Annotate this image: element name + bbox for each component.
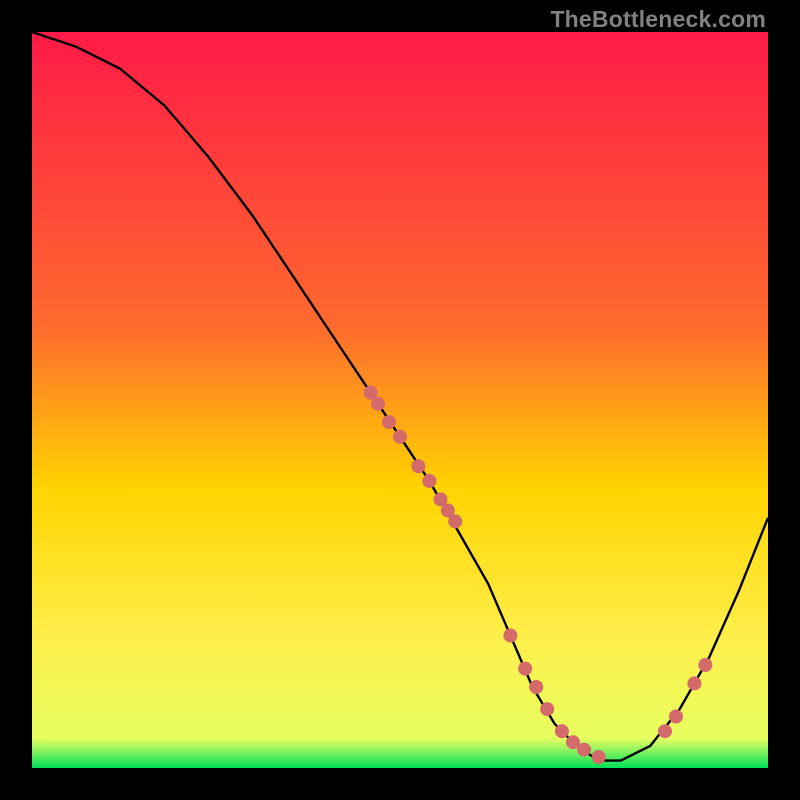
watermark-label: TheBottleneck.com (550, 6, 766, 33)
highlight-dot (393, 430, 407, 444)
highlight-dot (592, 750, 606, 764)
highlight-dot (448, 514, 462, 528)
highlight-dot (503, 629, 517, 643)
highlight-dot (658, 724, 672, 738)
highlight-dot (577, 743, 591, 757)
bottleneck-chart (32, 32, 768, 768)
highlight-dot (411, 459, 425, 473)
highlight-dot (371, 397, 385, 411)
highlight-dot (669, 710, 683, 724)
highlight-dot (422, 474, 436, 488)
highlight-dot (518, 662, 532, 676)
highlight-dot (382, 415, 396, 429)
highlight-dot (540, 702, 554, 716)
highlight-dot (687, 676, 701, 690)
highlight-dot (529, 680, 543, 694)
highlight-dot (698, 658, 712, 672)
heat-background (32, 32, 768, 768)
highlight-dot (555, 724, 569, 738)
